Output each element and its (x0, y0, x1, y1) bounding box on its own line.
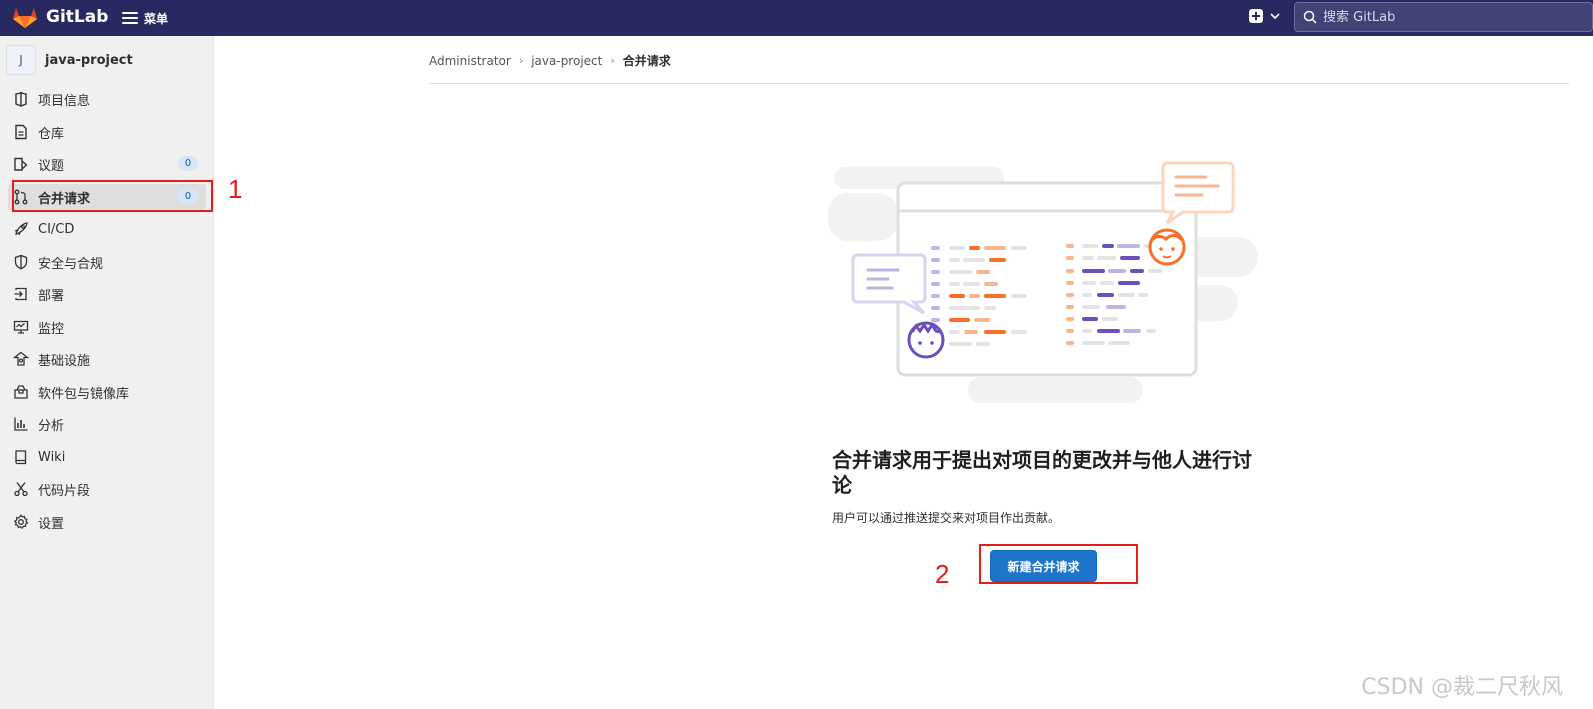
watermark: CSDN @裁二尺秋风 (1361, 675, 1563, 700)
breadcrumb: Administrator › java-project › 合并请求 (429, 52, 671, 69)
sidebar-item-label: 安全与合规 (38, 256, 104, 272)
breadcrumb-administrator[interactable]: Administrator (429, 54, 511, 68)
sidebar-item-label: CI/CD (38, 221, 75, 237)
sidebar-item-security-compliance[interactable]: 安全与合规 (8, 249, 206, 275)
sidebar-item-cicd[interactable]: CI/CD (8, 216, 206, 242)
brand-name[interactable]: GitLab (46, 7, 108, 27)
hamburger-icon (122, 12, 138, 24)
sidebar-item-snippets[interactable]: 代码片段 (8, 476, 206, 502)
annotation-number-1: 1 (228, 174, 243, 204)
breadcrumb-current[interactable]: 合并请求 (623, 52, 671, 69)
menu-button[interactable]: 菜单 (122, 8, 168, 28)
project-sidebar: J java-project 项目信息 仓库 议题 0 合并请求 0 CI/CD… (0, 36, 214, 709)
sidebar-item-label: 监控 (38, 321, 65, 337)
snippet-icon (14, 482, 28, 497)
analytics-icon (14, 417, 28, 431)
annotation-number-2: 2 (935, 559, 950, 589)
shield-icon (14, 254, 28, 270)
settings-icon (13, 514, 29, 530)
search-box[interactable] (1294, 2, 1593, 32)
sidebar-item-repository[interactable]: 仓库 (8, 119, 206, 145)
merge-requests-empty-illustration (828, 161, 1258, 403)
chevron-right-icon: › (610, 54, 615, 67)
sidebar-item-label: Wiki (38, 449, 66, 465)
chevron-right-icon: › (518, 54, 524, 67)
search-icon (1303, 10, 1317, 24)
sidebar-item-infrastructure[interactable]: 基础设施 (8, 346, 206, 372)
sidebar-project-header[interactable]: J java-project (6, 44, 133, 76)
issues-count-badge: 0 (178, 156, 198, 171)
book-icon (15, 450, 27, 465)
breadcrumb-divider (429, 83, 1569, 84)
chevron-down-icon (1270, 13, 1280, 20)
issues-icon (14, 157, 28, 171)
sidebar-item-label: 基础设施 (38, 353, 91, 369)
package-icon (14, 385, 28, 399)
gitlab-logo-icon[interactable] (12, 5, 38, 29)
sidebar-item-issues[interactable]: 议题 0 (8, 151, 206, 177)
sidebar-item-label: 设置 (38, 516, 65, 532)
breadcrumb-project[interactable]: java-project (531, 54, 602, 68)
sidebar-item-label: 代码片段 (38, 483, 91, 499)
sidebar-item-settings[interactable]: 设置 (8, 509, 206, 535)
menu-label: 菜单 (144, 11, 169, 26)
sidebar-item-project-info[interactable]: 项目信息 (8, 86, 206, 112)
infrastructure-icon (13, 351, 29, 366)
project-info-icon (15, 91, 27, 107)
rocket-icon (14, 222, 28, 236)
empty-state-description: 用户可以通过推送提交来对项目作出贡献。 (832, 511, 1061, 525)
sidebar-item-label: 项目信息 (38, 93, 91, 109)
annotation-box-1 (12, 180, 213, 212)
sidebar-item-wiki[interactable]: Wiki (8, 444, 206, 470)
repository-icon (15, 124, 27, 140)
empty-state-title: 合并请求用于提出对项目的更改并与他人进行讨论 (832, 448, 1252, 497)
sidebar-item-analytics[interactable]: 分析 (8, 411, 206, 437)
project-avatar: J (6, 45, 36, 75)
sidebar-item-label: 议题 (38, 158, 65, 174)
monitor-icon (13, 320, 29, 334)
top-navbar: GitLab 菜单 (0, 0, 1593, 36)
project-name: java-project (45, 52, 133, 68)
plus-square-icon (1249, 9, 1263, 23)
new-dropdown-button[interactable] (1249, 9, 1280, 23)
sidebar-item-packages-registries[interactable]: 软件包与镜像库 (8, 379, 206, 405)
sidebar-item-deployments[interactable]: 部署 (8, 281, 206, 307)
sidebar-item-label: 部署 (38, 288, 65, 304)
annotation-box-2 (979, 544, 1138, 584)
sidebar-item-label: 分析 (38, 418, 65, 434)
sidebar-item-label: 软件包与镜像库 (38, 386, 130, 402)
sidebar-item-monitor[interactable]: 监控 (8, 314, 206, 340)
search-input[interactable] (1321, 8, 1585, 26)
deploy-icon (14, 287, 27, 301)
sidebar-item-label: 仓库 (38, 126, 65, 142)
